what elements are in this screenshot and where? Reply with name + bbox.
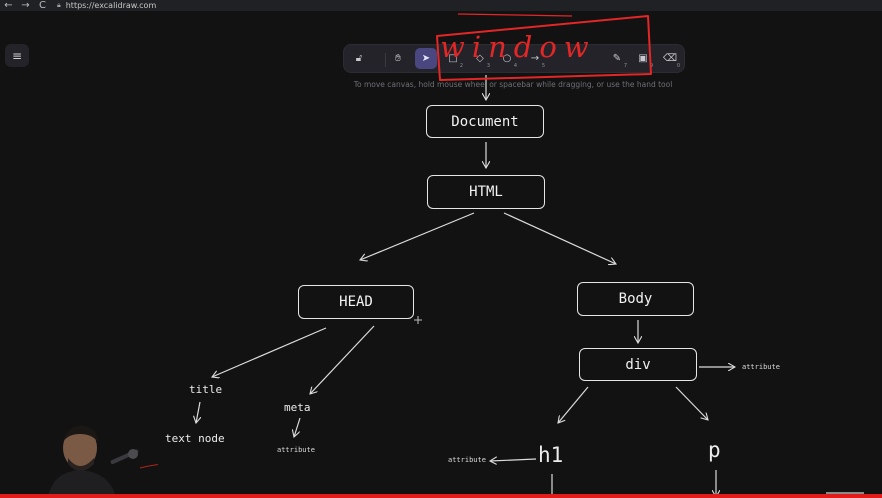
node-div-label: div — [625, 356, 651, 373]
label-div-attribute[interactable]: attribute — [742, 363, 780, 371]
label-h1-attribute[interactable]: attribute — [448, 456, 486, 464]
arrow-div-h1 — [558, 386, 589, 423]
node-div[interactable]: div — [579, 348, 697, 381]
arrow-head-title — [212, 327, 327, 377]
annotation-sketch-line — [457, 13, 573, 17]
video-progress-bar[interactable] — [0, 494, 882, 498]
node-body-label: Body — [618, 291, 653, 307]
arrow-h1-attribute — [490, 459, 537, 461]
label-title[interactable]: title — [189, 383, 222, 396]
video-scrubber-tick[interactable] — [826, 492, 864, 494]
node-body[interactable]: Body — [577, 282, 694, 316]
arrow-meta-attribute — [294, 417, 301, 437]
presenter-webcam — [48, 425, 158, 498]
label-meta[interactable]: meta — [284, 401, 311, 414]
label-h1[interactable]: h1 — [538, 443, 563, 467]
arrow-html-body — [503, 212, 616, 264]
resize-handle-icon — [414, 316, 422, 324]
window-annotation-text: window — [440, 30, 596, 64]
label-p[interactable]: p — [708, 438, 721, 462]
node-document-label: Document — [451, 113, 519, 130]
arrow-title-textnode — [196, 401, 200, 423]
arrow-head-meta — [310, 325, 375, 394]
node-head[interactable]: HEAD — [298, 285, 414, 319]
node-html[interactable]: HTML — [427, 175, 545, 209]
node-html-label: HTML — [469, 184, 503, 200]
label-text-node[interactable]: text node — [165, 432, 225, 445]
arrow-div-p — [675, 386, 708, 420]
arrow-html-head — [360, 212, 475, 260]
node-document[interactable]: Document — [426, 105, 544, 138]
node-head-label: HEAD — [339, 294, 373, 310]
label-meta-attribute[interactable]: attribute — [277, 446, 315, 454]
video-progress-fill — [0, 494, 882, 498]
